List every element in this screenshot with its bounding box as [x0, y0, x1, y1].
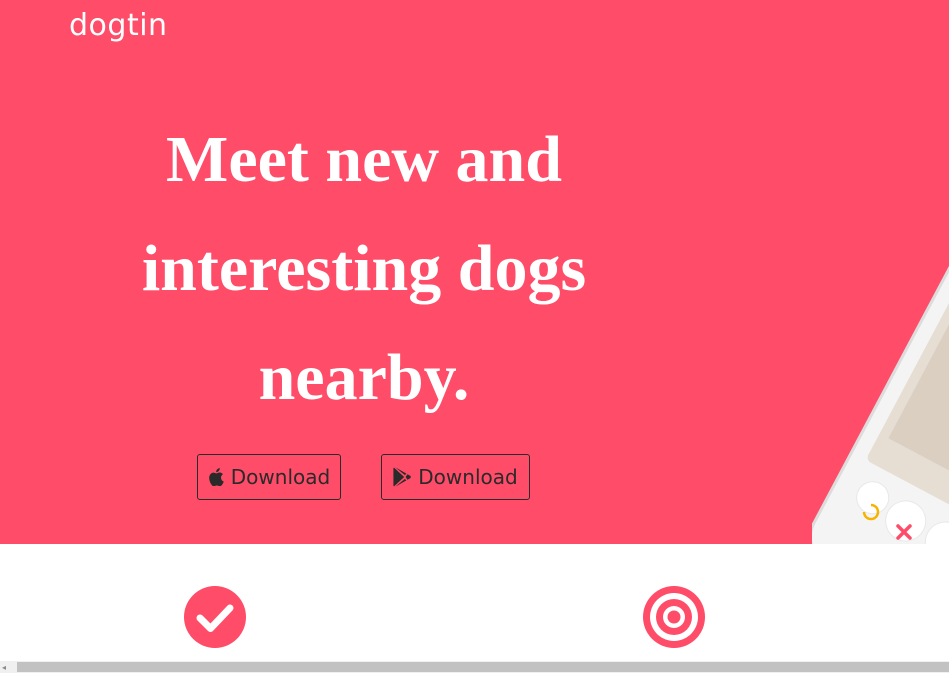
brand-logo[interactable]: dogtin	[69, 6, 168, 46]
features-section	[0, 544, 949, 661]
google-play-icon	[393, 467, 412, 487]
horizontal-scrollbar[interactable]: ◂	[0, 661, 949, 673]
headline-line-1: Meet new and	[166, 123, 562, 196]
google-play-download-button[interactable]: Download	[381, 454, 530, 500]
hero-section: dogtin Meet new and interesting dogs nearb…	[0, 0, 949, 544]
target-icon	[643, 586, 705, 648]
apple-icon	[208, 468, 224, 486]
scroll-left-arrow-icon[interactable]: ◂	[2, 663, 12, 673]
headline-line-3: nearby.	[258, 341, 470, 414]
scrollbar-thumb[interactable]	[17, 662, 949, 672]
google-play-download-label: Download	[418, 465, 518, 489]
hero-headline: Meet new and interesting dogs nearby.	[60, 105, 668, 432]
check-circle-icon	[184, 586, 246, 648]
app-store-download-button[interactable]: Download	[197, 454, 341, 500]
app-store-download-label: Download	[230, 465, 331, 489]
phone-mockup-image	[812, 220, 949, 544]
headline-line-2: interesting dogs	[141, 232, 587, 305]
